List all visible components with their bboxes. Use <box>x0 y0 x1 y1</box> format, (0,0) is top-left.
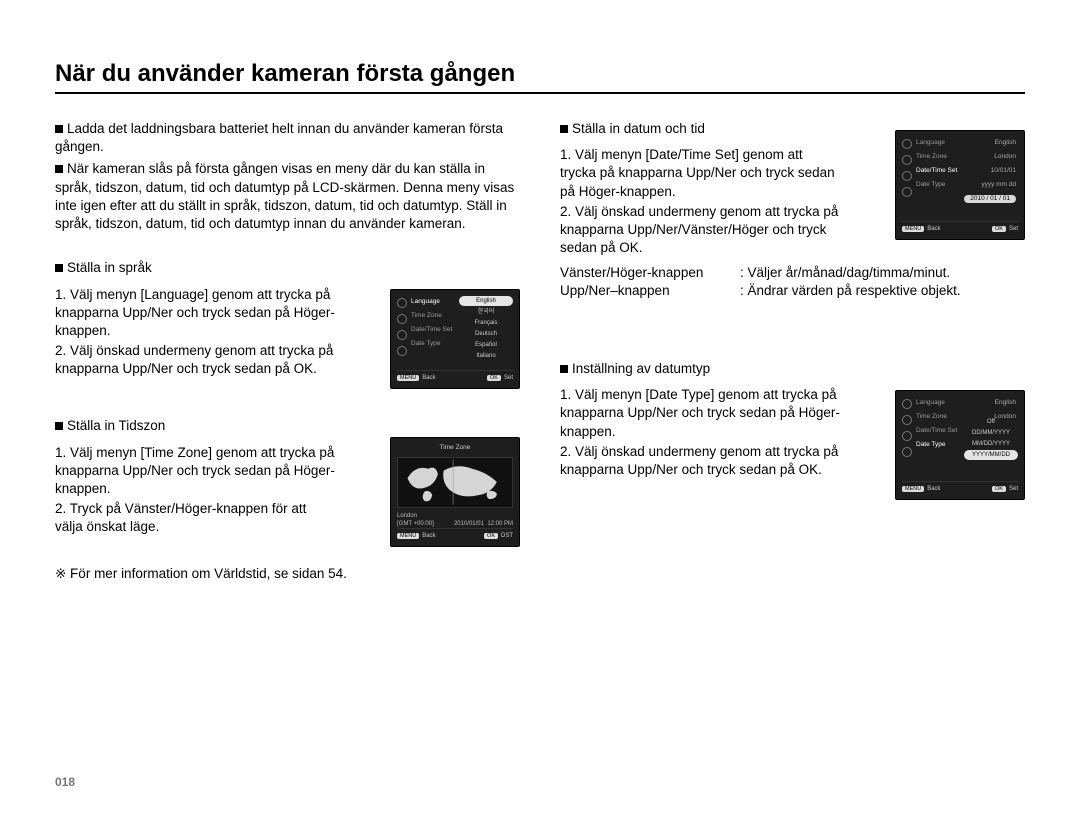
tz-city: London <box>397 512 417 520</box>
dot-icon <box>902 155 912 165</box>
tz-gmt: [GMT +00:00] <box>397 520 434 528</box>
dtype-step-1: 1. Välj menyn [Date Type] genom att tryc… <box>560 386 860 441</box>
lang-step-1: 1. Välj menyn [Language] genom att tryck… <box>55 286 335 341</box>
dot-icon <box>902 399 912 409</box>
dot-icon <box>902 447 912 457</box>
datetype-section: Inställning av datumtyp 1. Välj menyn [D… <box>560 360 1025 510</box>
right-column: Ställa in datum och tid 1. Välj menyn [D… <box>560 120 1025 584</box>
dt-kv-2: Upp/Ner–knappen : Ändrar värden på respe… <box>560 282 1025 300</box>
side-icons <box>902 137 914 221</box>
lcd-language-menu: Language Time Zone Date/Time Set Date Ty… <box>390 289 520 389</box>
dot-icon <box>902 171 912 181</box>
dt-kv-1: Vänster/Höger-knappen : Väljer år/månad/… <box>560 264 1025 282</box>
section-head-language: Ställa in språk <box>55 259 520 277</box>
bullet-icon <box>560 125 568 133</box>
intro-1: Ladda det laddningsbara batteriet helt i… <box>55 120 520 156</box>
footnote: ※ För mer information om Världstid, se s… <box>55 565 520 583</box>
dot-icon <box>902 187 912 197</box>
dot-icon <box>397 330 407 340</box>
dtype-step-2: 2. Välj önskad undermeny genom att tryck… <box>560 443 860 479</box>
bullet-icon <box>560 365 568 373</box>
dot-icon <box>397 298 407 308</box>
tz-step-1: 1. Välj menyn [Time Zone] genom att tryc… <box>55 444 335 499</box>
language-section: Ställa in språk 1. Välj menyn [Language]… <box>55 259 520 399</box>
content-columns: Ladda det laddningsbara batteriet helt i… <box>55 120 1025 584</box>
bullet-icon <box>55 125 63 133</box>
language-options: English 한국어 Français Deutsch Español Ita… <box>459 296 513 361</box>
lang-step-2: 2. Välj önskad undermeny genom att tryck… <box>55 342 335 378</box>
section-head-datetype: Inställning av datumtyp <box>560 360 1025 378</box>
dt-step-2: 2. Välj önskad undermeny genom att tryck… <box>560 203 840 258</box>
section-head-timezone: Ställa in Tidszon <box>55 417 520 435</box>
lcd-datetime-menu: LanguageEnglish Time ZoneLondon Date/Tim… <box>895 130 1025 240</box>
bullet-icon <box>55 165 63 173</box>
intro-2: När kameran slås på första gången visas … <box>55 160 520 233</box>
lcd-datetype-menu: LanguageEnglish Time ZoneLondon Date/Tim… <box>895 390 1025 500</box>
tz-title: Time Zone <box>397 444 513 453</box>
dot-icon <box>902 431 912 441</box>
datetype-options: Off DD/MM/YYYY MM/DD/YYYY YYYY/MM/DD <box>964 417 1018 460</box>
dot-icon <box>902 139 912 149</box>
side-icons <box>902 397 914 481</box>
bullet-icon <box>55 264 63 272</box>
side-icons <box>397 296 409 370</box>
page-title: När du använder kameran första gången <box>55 60 1025 94</box>
dot-icon <box>902 415 912 425</box>
page-number: 018 <box>55 775 75 789</box>
manual-page: När du använder kameran första gången La… <box>0 0 1080 815</box>
lcd-timezone-menu: Time Zone London <box>390 437 520 547</box>
dot-icon <box>397 314 407 324</box>
timezone-section: Ställa in Tidszon 1. Välj menyn [Time Zo… <box>55 417 520 547</box>
tz-step-2: 2. Tryck på Vänster/Höger-knappen för at… <box>55 500 335 536</box>
dot-icon <box>397 346 407 356</box>
dt-step-1: 1. Välj menyn [Date/Time Set] genom att … <box>560 146 840 201</box>
bullet-icon <box>55 422 63 430</box>
datetime-section: Ställa in datum och tid 1. Välj menyn [D… <box>560 120 1025 300</box>
left-column: Ladda det laddningsbara batteriet helt i… <box>55 120 520 584</box>
world-map-icon <box>397 457 513 508</box>
